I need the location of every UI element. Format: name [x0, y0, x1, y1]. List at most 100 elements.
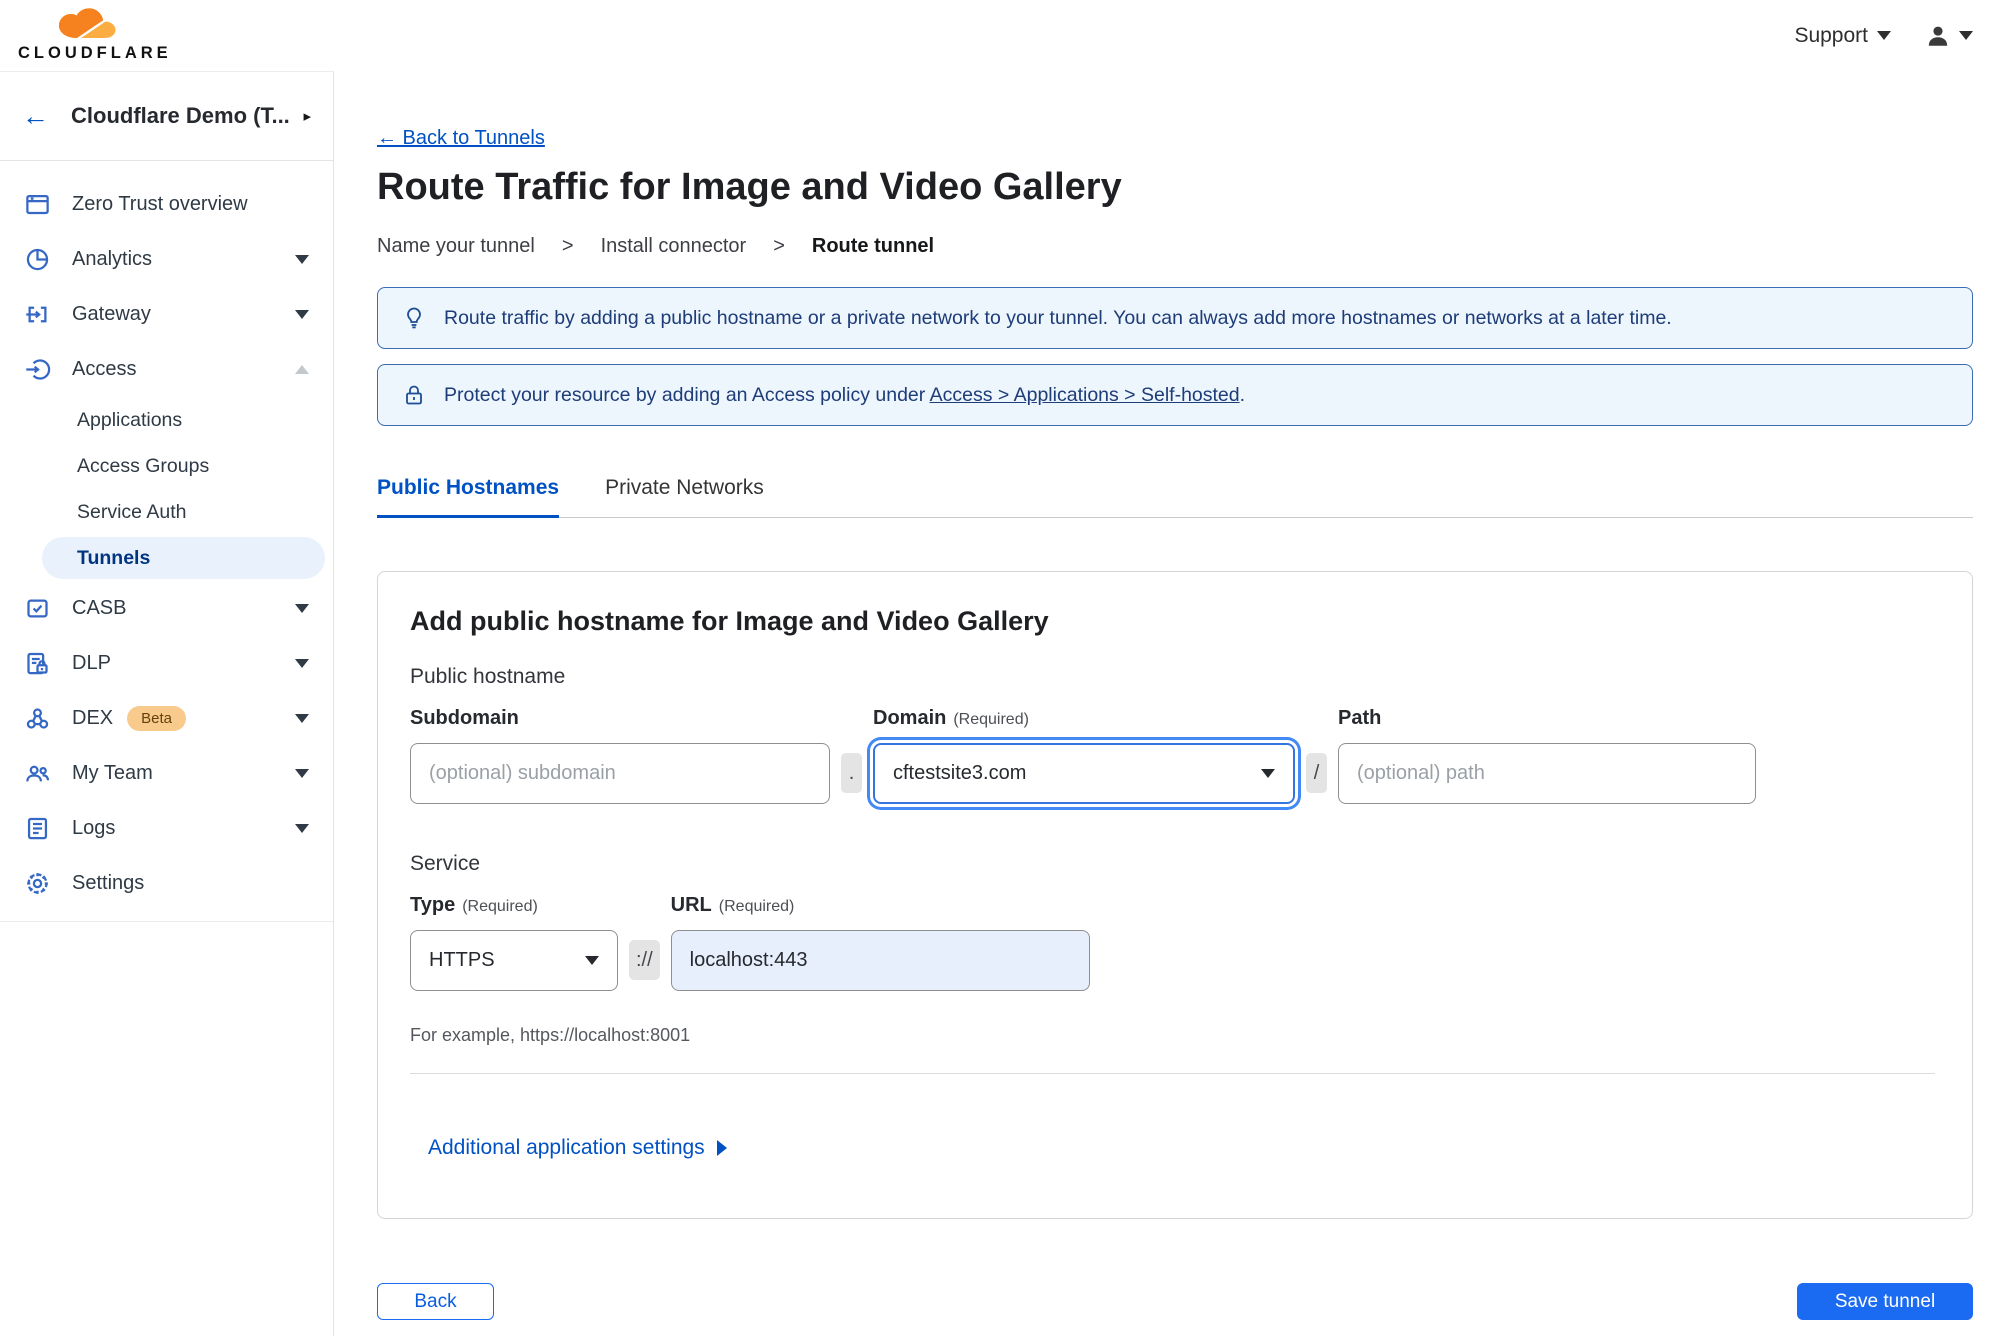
sidebar-item-analytics[interactable]: Analytics — [0, 232, 333, 287]
user-account-menu[interactable] — [1925, 23, 1973, 49]
sidebar-item-settings[interactable]: Settings — [0, 856, 333, 911]
sidebar-item-casb[interactable]: CASB — [0, 581, 333, 636]
banner-text-prefix: Protect your resource by adding an Acces… — [444, 383, 930, 406]
lightbulb-icon — [402, 306, 426, 330]
step-install-connector: Install connector — [600, 235, 747, 257]
slash-separator: / — [1306, 753, 1327, 793]
access-icon — [24, 356, 51, 383]
banner-text: Protect your resource by adding an Acces… — [444, 384, 1245, 407]
banner-text: Route traffic by adding a public hostnam… — [444, 306, 1672, 329]
sidebar-nav: Zero Trust overview Analytics Gateway Ac… — [0, 161, 333, 922]
additional-application-settings-toggle[interactable]: Additional application settings — [428, 1136, 727, 1160]
sidebar-item-applications[interactable]: Applications — [0, 397, 333, 443]
service-type-select[interactable]: HTTPS — [410, 930, 618, 991]
service-field-row: Type (Required) HTTPS :// URL (Required) — [410, 894, 1938, 991]
lock-icon — [402, 383, 426, 407]
tab-private-networks[interactable]: Private Networks — [605, 476, 764, 517]
dot-separator: . — [841, 753, 862, 793]
service-type-value: HTTPS — [429, 949, 495, 971]
chevron-down-icon — [1959, 31, 1973, 40]
path-input[interactable] — [1338, 743, 1756, 804]
top-header: CLOUDFLARE Support — [0, 0, 1999, 71]
analytics-icon — [24, 246, 51, 273]
page-title: Route Traffic for Image and Video Galler… — [377, 166, 1122, 208]
sidebar-item-label: My Team — [72, 762, 153, 784]
sidebar-subitem-label: Service Auth — [77, 500, 187, 523]
card-divider — [410, 1073, 1935, 1074]
cloudflare-logo: CLOUDFLARE — [18, 8, 172, 63]
sidebar-item-zero-trust-overview[interactable]: Zero Trust overview — [0, 177, 333, 232]
back-to-tunnels-link[interactable]: ← Back to Tunnels — [377, 127, 545, 150]
breadcrumb: Name your tunnel > Install connector > R… — [377, 235, 1973, 258]
chevron-right-icon — [716, 1140, 727, 1156]
dlp-icon — [24, 650, 51, 677]
sidebar-item-access[interactable]: Access — [0, 342, 333, 397]
type-label-text: Type — [410, 894, 456, 916]
back-button[interactable]: Back — [377, 1283, 494, 1320]
sidebar-item-tunnels[interactable]: Tunnels — [42, 537, 325, 579]
public-hostname-card: Add public hostname for Image and Video … — [377, 571, 1973, 1219]
support-menu[interactable]: Support — [1794, 24, 1891, 48]
sidebar-item-my-team[interactable]: My Team — [0, 746, 333, 801]
chevron-up-icon — [295, 365, 309, 374]
hostname-field-row: Subdomain . Domain (Required) cftestsite3… — [410, 707, 1938, 804]
sidebar-subitem-label: Access Groups — [77, 454, 210, 477]
sidebar-item-logs[interactable]: Logs — [0, 801, 333, 856]
sidebar-item-label: Logs — [72, 817, 116, 839]
url-helper-text: For example, https://localhost:8001 — [410, 1025, 691, 1045]
domain-label-text: Domain — [873, 707, 947, 729]
tab-bar: Public Hostnames Private Networks — [377, 476, 1973, 518]
chevron-down-icon — [295, 255, 309, 264]
chevron-down-icon — [295, 604, 309, 613]
team-name: Cloudflare Demo (T... — [71, 103, 290, 128]
chevron-down-icon — [295, 714, 309, 723]
footer-actions: Back Save tunnel — [377, 1283, 1973, 1320]
public-hostname-label: Public hostname — [410, 665, 566, 688]
domain-select[interactable]: cftestsite3.com — [873, 743, 1295, 804]
type-label: Type (Required) — [410, 894, 618, 917]
tab-public-hostnames[interactable]: Public Hostnames — [377, 476, 560, 518]
chevron-down-icon — [1261, 769, 1275, 778]
url-input[interactable] — [670, 930, 1090, 991]
user-icon — [1928, 26, 1948, 46]
cloudflare-cloud-icon — [58, 8, 116, 38]
sidebar-item-dlp[interactable]: DLP — [0, 636, 333, 691]
sidebar: ← Cloudflare Demo (T... ▸ Zero Trust ove… — [0, 71, 334, 1336]
step-name-your-tunnel: Name your tunnel — [377, 235, 535, 257]
access-applications-self-hosted-link[interactable]: Access > Applications > Self-hosted — [930, 384, 1240, 406]
url-label-text: URL — [670, 894, 712, 916]
sidebar-item-label: DLP — [72, 652, 111, 674]
dex-icon — [24, 705, 51, 732]
chevron-down-icon — [295, 769, 309, 778]
domain-label: Domain (Required) — [873, 707, 1295, 730]
back-arrow-icon[interactable]: ← — [22, 102, 49, 130]
sidebar-item-gateway[interactable]: Gateway — [0, 287, 333, 342]
sidebar-item-access-groups[interactable]: Access Groups — [0, 443, 333, 489]
overview-icon — [24, 191, 51, 218]
url-label: URL (Required) — [671, 894, 1090, 917]
chevron-down-icon — [1877, 31, 1891, 40]
beta-badge: Beta — [127, 706, 186, 731]
logs-icon — [24, 815, 51, 842]
banner-text-suffix: . — [1239, 383, 1246, 406]
sidebar-item-label: DEX — [72, 707, 114, 729]
step-route-tunnel: Route tunnel — [811, 235, 935, 257]
save-tunnel-button[interactable]: Save tunnel — [1797, 1283, 1973, 1320]
casb-icon — [24, 595, 51, 622]
sidebar-item-service-auth[interactable]: Service Auth — [0, 489, 333, 535]
sidebar-item-label: Access — [72, 358, 137, 380]
main-content: ← Back to Tunnels Route Traffic for Imag… — [335, 71, 1999, 1336]
domain-select-value: cftestsite3.com — [893, 762, 1027, 784]
info-banner-access-policy: Protect your resource by adding an Acces… — [377, 364, 1973, 426]
subdomain-input[interactable] — [410, 743, 830, 804]
team-icon — [24, 760, 51, 787]
sidebar-item-label: Zero Trust overview — [72, 193, 248, 215]
sidebar-item-dex[interactable]: DEX Beta — [0, 691, 333, 746]
sidebar-item-label: CASB — [72, 597, 127, 619]
service-label: Service — [410, 852, 481, 875]
chevron-down-icon — [295, 310, 309, 319]
chevron-right-icon[interactable]: ▸ — [303, 107, 311, 125]
team-switcher[interactable]: ← Cloudflare Demo (T... ▸ — [0, 72, 333, 161]
sidebar-item-label: Gateway — [72, 303, 151, 325]
sidebar-subitem-label: Applications — [77, 408, 183, 431]
